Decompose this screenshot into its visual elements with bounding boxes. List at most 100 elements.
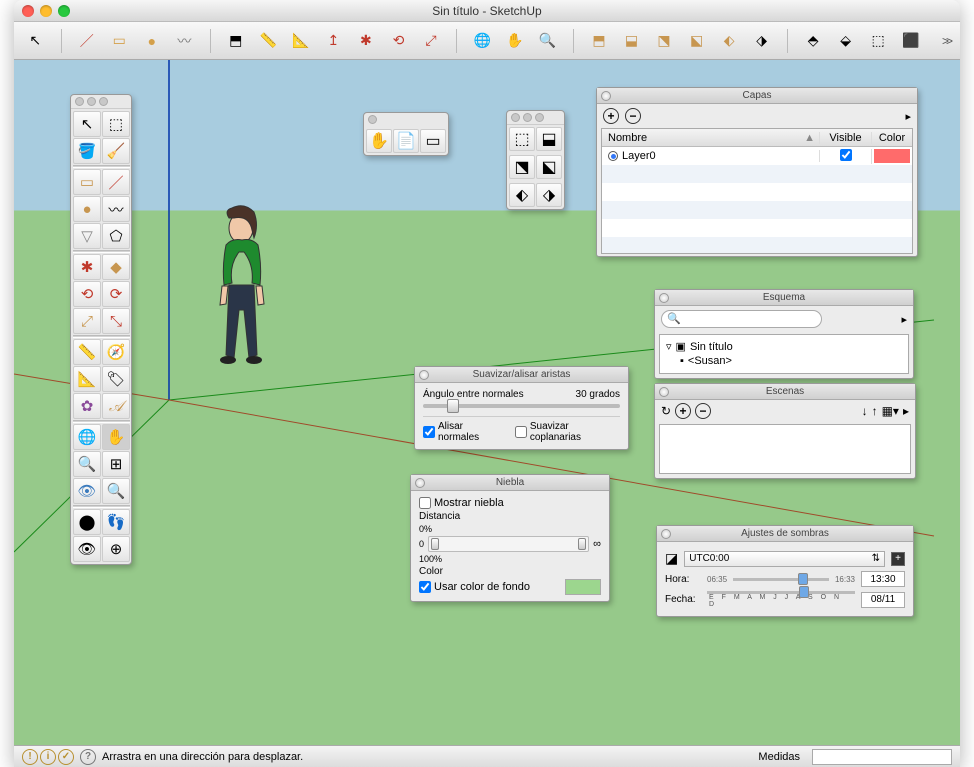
- tool-rotate[interactable]: ✱: [355, 29, 378, 53]
- pal-scale[interactable]: ⤢: [73, 308, 101, 334]
- layers-menu-icon[interactable]: ▸: [905, 110, 911, 123]
- pal-pan[interactable]: ✋: [102, 424, 130, 450]
- outliner-menu-icon[interactable]: ▸: [901, 313, 907, 326]
- tool-pan[interactable]: ✋: [504, 29, 527, 53]
- pal-component[interactable]: ⬚: [102, 111, 130, 137]
- collapse-icon[interactable]: [661, 529, 671, 539]
- tool-pushpull[interactable]: ⬒: [225, 29, 248, 53]
- date-input[interactable]: [861, 592, 905, 608]
- titlebar[interactable]: Sin título - SketchUp: [14, 0, 960, 22]
- tool-warehouse4[interactable]: ⬛: [899, 29, 922, 53]
- tool-front[interactable]: ⬓: [620, 29, 643, 53]
- pal-text[interactable]: 🏷: [102, 366, 130, 392]
- pal-dimension[interactable]: 🧭: [102, 339, 130, 365]
- mini-toolbar-1[interactable]: ✋ 📄 ▭: [363, 112, 449, 156]
- angle-slider[interactable]: [423, 404, 620, 408]
- panel-shadows[interactable]: Ajustes de sombras ◪ UTC0:00⇅ + Hora: 06…: [656, 525, 914, 617]
- panel-scenes[interactable]: Escenas ↻ + − ↓ ↑ ▦▾ ▸: [654, 383, 916, 479]
- collapse-icon[interactable]: [659, 293, 669, 303]
- col-name-header[interactable]: Nombre: [608, 132, 647, 144]
- mini2-c[interactable]: ⬔: [509, 155, 535, 179]
- mini2-a[interactable]: ⬚: [509, 127, 535, 151]
- pal-freehand[interactable]: ⬠: [102, 223, 130, 249]
- tool-select[interactable]: ↖: [24, 29, 47, 53]
- layers-table[interactable]: Nombre▲ Visible Color Layer0: [601, 128, 913, 254]
- pal-pushpull[interactable]: ◆: [102, 254, 130, 280]
- tool-move[interactable]: ↥: [322, 29, 345, 53]
- pal-position[interactable]: ⬤: [73, 509, 101, 535]
- status-credits-icon[interactable]: i: [40, 749, 56, 765]
- tool-circle[interactable]: ●: [141, 29, 164, 53]
- outliner-tree[interactable]: ▿▣Sin título ▪<Susan>: [659, 334, 909, 374]
- measurements-input[interactable]: [812, 749, 952, 765]
- pal-rect[interactable]: ▭: [73, 169, 101, 195]
- pal-zoomwin[interactable]: ⊞: [102, 451, 130, 477]
- pal-prev[interactable]: 👁: [73, 478, 101, 504]
- collapse-icon[interactable]: [601, 91, 611, 101]
- col-visible-header[interactable]: Visible: [820, 132, 872, 144]
- tool-tape[interactable]: 📏: [257, 29, 280, 53]
- smooth-normals-checkbox[interactable]: [423, 426, 435, 438]
- tool-warehouse1[interactable]: ⬘: [802, 29, 825, 53]
- tool-iso[interactable]: ⬒: [588, 29, 611, 53]
- mini-toolbar-2[interactable]: ⬚⬓ ⬔⬕ ⬖⬗: [506, 110, 565, 210]
- col-color-header[interactable]: Color: [872, 132, 912, 144]
- pal-select[interactable]: ↖: [73, 111, 101, 137]
- remove-layer-button[interactable]: −: [625, 108, 641, 124]
- panel-layers[interactable]: Capas + − ▸ Nombre▲ Visible Color Layer0: [596, 87, 918, 257]
- pal-circle[interactable]: ●: [73, 196, 101, 222]
- collapse-icon[interactable]: [659, 387, 669, 397]
- pal-axes[interactable]: ✿: [73, 393, 101, 419]
- mini2-b[interactable]: ⬓: [536, 127, 562, 151]
- mini2-d[interactable]: ⬕: [536, 155, 562, 179]
- tool-zoom[interactable]: 🔍: [536, 29, 559, 53]
- time-slider[interactable]: [733, 578, 829, 581]
- pal-3dtext[interactable]: 𝒜: [102, 393, 130, 419]
- tool-rect[interactable]: ▭: [108, 29, 131, 53]
- pal-tape[interactable]: 📏: [73, 339, 101, 365]
- scenes-up[interactable]: ↓: [862, 404, 868, 418]
- layer-visible-checkbox[interactable]: [840, 149, 852, 161]
- panel-soften[interactable]: Suavizar/alisar aristas Ángulo entre nor…: [414, 366, 629, 450]
- tool-offset[interactable]: ⤢: [420, 29, 443, 53]
- time-input[interactable]: [861, 571, 905, 587]
- mini2-f[interactable]: ⬗: [536, 183, 562, 207]
- shadow-toggle-icon[interactable]: ◪: [665, 550, 678, 567]
- layer-color-swatch[interactable]: [874, 149, 910, 163]
- tool-top[interactable]: ⬕: [685, 29, 708, 53]
- pal-walk[interactable]: 👣: [102, 509, 130, 535]
- soften-coplanar-checkbox[interactable]: [515, 426, 527, 438]
- expand-icon[interactable]: ▿: [666, 340, 672, 353]
- layer-name[interactable]: Layer0: [622, 150, 656, 162]
- scenes-refresh[interactable]: ↻: [661, 404, 671, 418]
- fog-distance-slider[interactable]: [428, 536, 589, 552]
- scenes-down[interactable]: ↑: [872, 404, 878, 418]
- help-icon[interactable]: ?: [80, 749, 96, 765]
- pal-eraser[interactable]: 🧹: [102, 138, 130, 164]
- panel-outliner[interactable]: Esquema 🔍 ▸ ▿▣Sin título ▪<Susan>: [654, 289, 914, 379]
- active-layer-radio[interactable]: [608, 151, 618, 161]
- collapse-icon[interactable]: [415, 478, 425, 488]
- tool-warehouse3[interactable]: ⬚: [867, 29, 890, 53]
- pal-line[interactable]: ／: [102, 169, 130, 195]
- tree-root[interactable]: Sin título: [690, 341, 733, 353]
- pal-look[interactable]: 👁: [73, 536, 101, 562]
- tool-right[interactable]: ⬔: [653, 29, 676, 53]
- pal-arc[interactable]: 〰: [102, 196, 130, 222]
- pal-zoomext[interactable]: 🔍: [102, 478, 130, 504]
- tool-orbit[interactable]: 🌐: [471, 29, 494, 53]
- palette-traffic[interactable]: [71, 95, 131, 109]
- scenes-menu[interactable]: ▸: [903, 404, 909, 418]
- scenes-view[interactable]: ▦▾: [882, 404, 899, 418]
- tool-left[interactable]: ⬗: [750, 29, 773, 53]
- toolbar-overflow[interactable]: >>: [942, 34, 950, 48]
- show-fog-checkbox[interactable]: [419, 497, 431, 509]
- tree-item[interactable]: <Susan>: [688, 355, 732, 367]
- pal-paint[interactable]: 🪣: [73, 138, 101, 164]
- scenes-remove[interactable]: −: [695, 403, 711, 419]
- pal-offset[interactable]: ⤡: [102, 308, 130, 334]
- tool-back[interactable]: ⬖: [718, 29, 741, 53]
- panel-fog[interactable]: Niebla Mostrar niebla Distancia 0% 0 ∞ 1…: [410, 474, 610, 602]
- fog-color-swatch[interactable]: [565, 579, 601, 595]
- pal-orbit[interactable]: 🌐: [73, 424, 101, 450]
